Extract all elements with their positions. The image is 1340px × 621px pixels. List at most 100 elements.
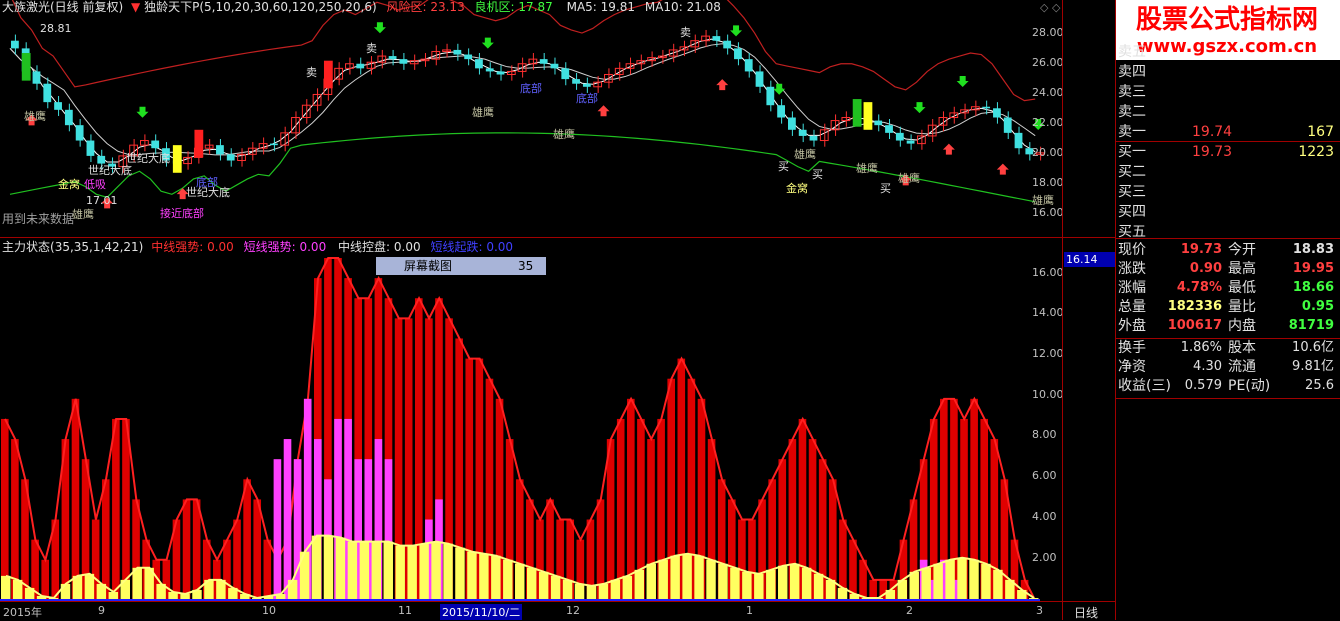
yellow-bar — [766, 569, 776, 600]
red-bar — [112, 418, 120, 600]
y-tick: 12.00 — [1032, 347, 1064, 360]
y-tick: 8.00 — [1032, 428, 1057, 441]
orderbook-label: 卖五 — [1118, 44, 1146, 60]
divider — [1115, 0, 1116, 620]
main-force-chart[interactable] — [0, 238, 1062, 608]
red-bar — [616, 418, 625, 600]
candle-body — [582, 83, 591, 87]
yellow-bar — [538, 571, 549, 600]
quote-value: 19.95 — [1292, 261, 1334, 276]
annotation-label: 雄鹰 — [553, 128, 575, 141]
red-bar — [869, 579, 877, 600]
orderbook-row[interactable]: 买四 — [1116, 202, 1338, 222]
annotation-label: 金窝 — [58, 178, 80, 191]
yellow-bar — [754, 573, 764, 600]
candle-body — [226, 154, 235, 161]
candle-body — [388, 56, 397, 60]
sell-arrow-icon — [373, 22, 386, 34]
sell-arrow-icon — [913, 102, 926, 114]
orderbook-row[interactable]: 卖五 — [1116, 42, 1338, 62]
yellow-bar — [706, 559, 716, 600]
orderbook-row[interactable]: 买一 19.73 1223 — [1116, 142, 1338, 162]
short-start-label: 短线起跌: — [430, 240, 483, 254]
buy-arrow-icon — [597, 105, 610, 117]
orderbook-row[interactable]: 卖四 — [1116, 62, 1338, 82]
orderbook-label: 买一 — [1118, 144, 1146, 160]
yellow-bar — [491, 555, 501, 600]
quote-value: 0.95 — [1301, 299, 1334, 314]
candle-body — [151, 140, 160, 149]
quote-label: 流通 — [1228, 359, 1256, 375]
x-tick: 11 — [398, 604, 412, 617]
y-tick: 24.00 — [1032, 86, 1064, 99]
screenshot-tooltip[interactable]: 屏幕截图 35 — [376, 257, 546, 275]
annotation-label: 雄鹰 — [472, 106, 494, 119]
candle-body — [32, 71, 41, 84]
orderbook-row[interactable]: 买二 — [1116, 162, 1338, 182]
candle-body — [216, 145, 224, 155]
quote-label: PE(动) — [1228, 378, 1271, 394]
x-tick: 2 — [906, 604, 913, 617]
annotation-label: 雄鹰 — [1032, 194, 1054, 207]
signal-candle — [852, 99, 862, 127]
yellow-bar — [443, 543, 453, 600]
yellow-bar — [574, 583, 585, 600]
yellow-bar — [694, 555, 704, 600]
signal-candle — [863, 102, 873, 130]
orderbook-row[interactable]: 卖一 19.74 167 — [1116, 122, 1338, 142]
period-tab[interactable]: 日线 — [1074, 604, 1098, 621]
x-cursor-date: 2015/11/10/二 — [440, 604, 523, 620]
orderbook-price: 19.74 — [1192, 124, 1233, 140]
annotation-label: 雄鹰 — [794, 148, 816, 161]
signal-candle — [21, 53, 31, 81]
annotation-label: 卖 — [680, 26, 691, 39]
yellow-bar — [84, 573, 95, 600]
candle-body — [712, 36, 721, 41]
yellow-bar — [515, 563, 525, 600]
divider — [1116, 238, 1340, 239]
orderbook-row[interactable]: 买三 — [1116, 182, 1338, 202]
yellow-bar — [742, 571, 752, 600]
indicator-name[interactable]: 独龄天下P — [144, 0, 199, 14]
price-chart[interactable] — [0, 0, 1062, 238]
magenta-bar — [283, 439, 292, 600]
quote-row: 总量 182336 量比 0.95 — [1116, 297, 1338, 317]
quote-value: 100617 — [1167, 318, 1222, 333]
orderbook-label: 卖一 — [1118, 124, 1146, 140]
ma10-label: MA10: — [644, 0, 683, 14]
candle-body — [475, 59, 483, 69]
tooltip-value: 35 — [518, 259, 534, 273]
x-tick: 2015年 — [3, 606, 42, 619]
yellow-bar — [813, 573, 824, 600]
candle-body — [356, 63, 365, 69]
y-tick: 14.00 — [1032, 306, 1064, 319]
ma10-value: 21.08 — [686, 0, 721, 14]
red-bar — [11, 439, 19, 600]
x-tick: 10 — [262, 604, 276, 617]
annotation-label: 金窝 — [786, 182, 808, 195]
red-bar — [1, 418, 9, 600]
orderbook-row[interactable]: 卖三 — [1116, 82, 1338, 102]
lower-name[interactable]: 主力状态 — [2, 240, 50, 254]
x-tick: 12 — [566, 604, 580, 617]
yellow-bar — [945, 559, 955, 600]
orderbook-row[interactable]: 卖二 — [1116, 102, 1338, 122]
sell-arrow-icon — [136, 106, 149, 118]
orderbook-volume: 167 — [1307, 124, 1334, 140]
candle-body — [485, 68, 494, 72]
yellow-bar — [993, 569, 1003, 600]
red-bar — [71, 398, 80, 600]
yellow-bar — [778, 565, 788, 600]
red-bar — [627, 398, 635, 600]
y-tick: 26.00 — [1032, 56, 1064, 69]
orderbook-label: 买二 — [1118, 164, 1146, 180]
yellow-bar — [108, 591, 119, 600]
stock-title[interactable]: 大族激光(日线 前复权) — [2, 0, 123, 14]
quote-value: 4.78% — [1176, 280, 1222, 295]
x-tick: 9 — [98, 604, 105, 617]
orderbook-row[interactable]: 买五 — [1116, 222, 1338, 242]
window-controls[interactable]: ◇ ◇ — [1040, 1, 1060, 14]
candle-body — [993, 108, 1001, 118]
candle-body — [766, 86, 775, 106]
yellow-bar — [586, 585, 597, 600]
